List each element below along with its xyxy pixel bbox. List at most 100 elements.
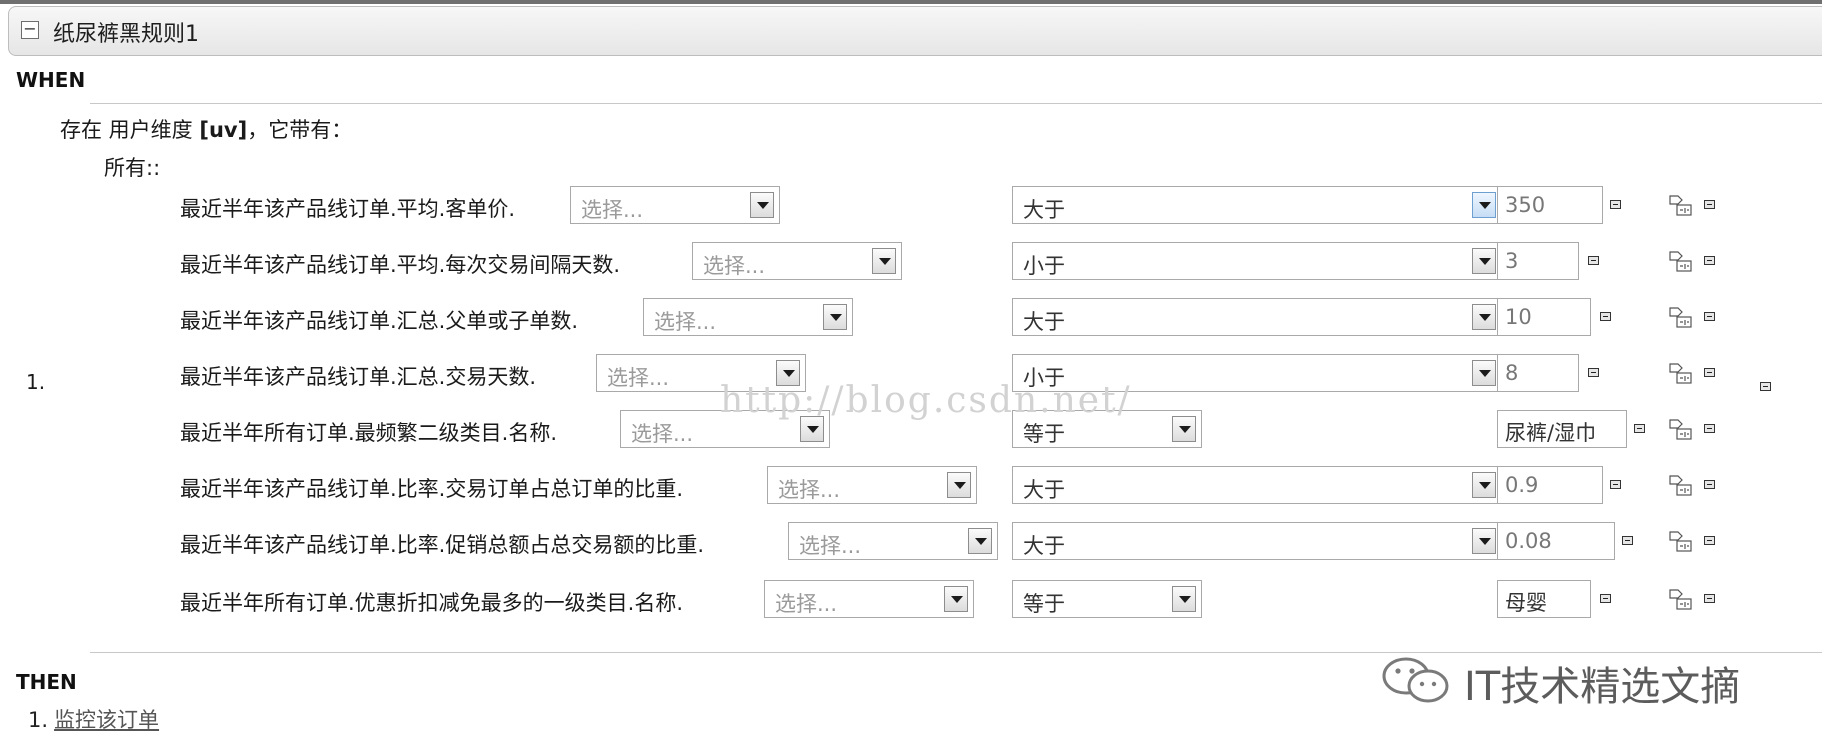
all-label: 所有:: <box>104 156 161 180</box>
window-top-border <box>0 0 1822 4</box>
operator-value: 等于 <box>1023 422 1065 446</box>
condition-field-label: 最近半年该产品线订单.汇总.父单或子单数. <box>180 309 579 333</box>
remove-condition-icon[interactable] <box>1704 368 1715 377</box>
condition-row: 最近半年所有订单.优惠折扣减免最多的一级类目.名称. 选择... 等于 母婴 <box>0 578 1822 622</box>
when-divider <box>90 103 1822 104</box>
chevron-down-icon[interactable] <box>1172 586 1196 612</box>
condition-value-input[interactable]: 0.08 <box>1497 522 1615 560</box>
copy-row-icon[interactable] <box>1668 248 1696 274</box>
chevron-down-icon[interactable] <box>944 586 968 612</box>
chevron-down-icon[interactable] <box>872 248 896 274</box>
chevron-down-icon[interactable] <box>1472 360 1496 386</box>
chevron-down-icon[interactable] <box>750 192 774 218</box>
remove-condition-icon[interactable] <box>1704 256 1715 265</box>
condition-value-input[interactable]: 10 <box>1497 298 1591 336</box>
remove-condition-icon[interactable] <box>1610 200 1621 209</box>
aggregate-select[interactable]: 选择... <box>570 186 780 224</box>
aggregate-select-placeholder: 选择... <box>775 592 838 616</box>
condition-row: 最近半年该产品线订单.比率.促销总额占总交易额的比重. 选择... 大于 0.0… <box>0 520 1822 564</box>
condition-field-label: 最近半年该产品线订单.平均.客单价. <box>180 197 516 221</box>
aggregate-select-placeholder: 选择... <box>778 478 841 502</box>
aggregate-select[interactable]: 选择... <box>692 242 902 280</box>
copy-row-icon[interactable] <box>1668 472 1696 498</box>
rule-header: − 纸尿裤黑规则1 <box>8 6 1822 56</box>
condition-row: 最近半年该产品线订单.汇总.父单或子单数. 选择... 大于 10 <box>0 296 1822 340</box>
chevron-down-icon[interactable] <box>1472 304 1496 330</box>
condition-row: 最近半年该产品线订单.平均.客单价. 选择... 大于 350 <box>0 184 1822 228</box>
remove-condition-icon[interactable] <box>1610 480 1621 489</box>
chevron-down-icon[interactable] <box>947 472 971 498</box>
fact-suffix: ，它带有： <box>247 118 353 142</box>
aggregate-select[interactable]: 选择... <box>764 580 974 618</box>
operator-select[interactable]: 小于 <box>1012 242 1502 280</box>
action-link[interactable]: 监控该订单 <box>54 708 159 732</box>
copy-row-icon[interactable] <box>1668 304 1696 330</box>
aggregate-select-placeholder: 选择... <box>799 534 862 558</box>
copy-row-icon[interactable] <box>1668 192 1696 218</box>
operator-value: 小于 <box>1023 254 1065 278</box>
action-item: 1. 监控该订单 <box>28 704 159 734</box>
operator-select[interactable]: 大于 <box>1012 298 1502 336</box>
operator-select[interactable]: 大于 <box>1012 522 1502 560</box>
condition-row: 最近半年该产品线订单.平均.每次交易间隔天数. 选择... 小于 3 <box>0 240 1822 284</box>
copy-row-icon[interactable] <box>1668 528 1696 554</box>
operator-value: 大于 <box>1023 310 1065 334</box>
aggregate-select[interactable]: 选择... <box>643 298 853 336</box>
remove-condition-icon[interactable] <box>1622 536 1633 545</box>
condition-value-input[interactable]: 0.9 <box>1497 466 1603 504</box>
condition-field-label: 最近半年所有订单.最频繁二级类目.名称. <box>180 421 558 445</box>
wechat-icon <box>1382 657 1449 703</box>
brand-watermark: IT技术精选文摘 <box>1378 650 1798 710</box>
copy-row-icon[interactable] <box>1668 586 1696 612</box>
chevron-down-icon[interactable] <box>1472 192 1496 218</box>
action-number: 1. <box>28 708 49 732</box>
aggregate-select[interactable]: 选择... <box>767 466 977 504</box>
condition-field-label: 最近半年该产品线订单.比率.促销总额占总交易额的比重. <box>180 533 705 557</box>
chevron-down-icon[interactable] <box>823 304 847 330</box>
condition-value-input[interactable]: 8 <box>1497 354 1579 392</box>
aggregate-select-placeholder: 选择... <box>607 366 670 390</box>
remove-condition-icon[interactable] <box>1704 480 1715 489</box>
operator-select[interactable]: 大于 <box>1012 186 1502 224</box>
operator-value: 大于 <box>1023 198 1065 222</box>
remove-condition-icon[interactable] <box>1704 424 1715 433</box>
condition-value-input[interactable]: 母婴 <box>1497 580 1591 618</box>
remove-condition-icon[interactable] <box>1704 200 1715 209</box>
rule-title: 纸尿裤黑规则1 <box>53 22 199 47</box>
aggregate-select-placeholder: 选择... <box>654 310 717 334</box>
chevron-down-icon[interactable] <box>1472 528 1496 554</box>
condition-value-input[interactable]: 350 <box>1497 186 1603 224</box>
collapse-icon[interactable]: − <box>21 21 39 39</box>
chevron-down-icon[interactable] <box>968 528 992 554</box>
copy-row-icon[interactable] <box>1668 360 1696 386</box>
chevron-down-icon[interactable] <box>1472 472 1496 498</box>
remove-condition-icon[interactable] <box>1634 424 1645 433</box>
aggregate-select-placeholder: 选择... <box>581 198 644 222</box>
remove-condition-icon[interactable] <box>1588 256 1599 265</box>
remove-condition-icon[interactable] <box>1704 536 1715 545</box>
condition-value-input[interactable]: 尿裤/湿巾 <box>1497 410 1627 448</box>
remove-condition-icon[interactable] <box>1600 312 1611 321</box>
operator-select[interactable]: 大于 <box>1012 466 1502 504</box>
when-label: WHEN <box>16 68 86 92</box>
condition-value-input[interactable]: 3 <box>1497 242 1579 280</box>
operator-select[interactable]: 等于 <box>1012 580 1202 618</box>
chevron-down-icon[interactable] <box>1172 416 1196 442</box>
fact-binding[interactable]: [uv] <box>199 118 247 142</box>
condition-field-label: 最近半年该产品线订单.平均.每次交易间隔天数. <box>180 253 621 277</box>
remove-pattern-icon[interactable] <box>1760 382 1771 391</box>
condition-field-label: 最近半年该产品线订单.比率.交易订单占总订单的比重. <box>180 477 684 501</box>
brand-text: IT技术精选文摘 <box>1464 664 1741 710</box>
operator-value: 大于 <box>1023 534 1065 558</box>
condition-field-label: 最近半年所有订单.优惠折扣减免最多的一级类目.名称. <box>180 591 684 615</box>
remove-condition-icon[interactable] <box>1588 368 1599 377</box>
chevron-down-icon[interactable] <box>1472 248 1496 274</box>
remove-condition-icon[interactable] <box>1704 594 1715 603</box>
aggregate-select-placeholder: 选择... <box>703 254 766 278</box>
aggregate-select[interactable]: 选择... <box>788 522 998 560</box>
operator-value: 大于 <box>1023 478 1065 502</box>
watermark: http://blog.csdn.net/ <box>720 380 1132 421</box>
remove-condition-icon[interactable] <box>1600 594 1611 603</box>
copy-row-icon[interactable] <box>1668 416 1696 442</box>
remove-condition-icon[interactable] <box>1704 312 1715 321</box>
